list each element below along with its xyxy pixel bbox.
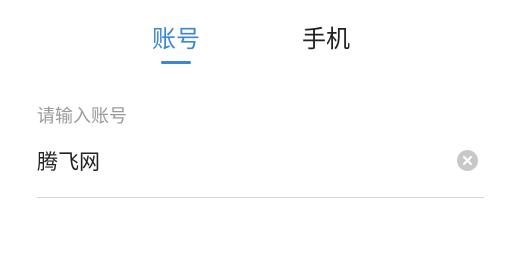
account-input[interactable]: [37, 144, 437, 178]
tab-phone[interactable]: 手机: [296, 22, 356, 62]
account-field: 请输入账号: [37, 100, 484, 200]
login-tabs: 账号 手机: [0, 0, 513, 70]
active-tab-indicator: [161, 61, 191, 64]
login-form: 账号 手机 请输入账号: [0, 0, 513, 265]
account-field-label: 请输入账号: [37, 106, 127, 127]
tab-account[interactable]: 账号: [146, 22, 206, 62]
clear-icon: [462, 155, 473, 166]
field-divider: [37, 197, 484, 198]
clear-button[interactable]: [457, 150, 478, 171]
